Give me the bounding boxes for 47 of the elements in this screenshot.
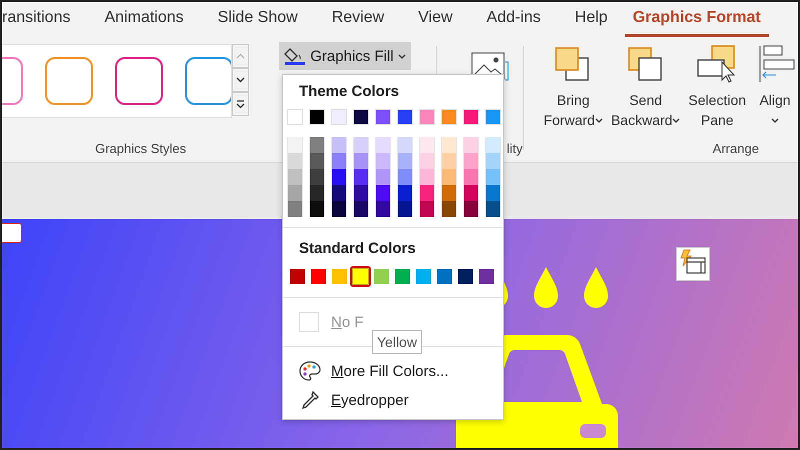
selected-shape[interactable] — [2, 223, 22, 243]
menu-heading: Theme Colors — [298, 82, 400, 102]
color-swatch[interactable] — [392, 266, 413, 287]
color-swatch[interactable] — [413, 266, 434, 287]
palette-icon — [299, 361, 321, 381]
caret-icon — [672, 118, 680, 123]
color-swatch[interactable] — [329, 266, 350, 287]
tooltip: Yellow — [372, 330, 422, 354]
design-ideas-icon[interactable] — [676, 247, 710, 281]
group-label: lity — [506, 141, 523, 156]
color-swatch[interactable] — [308, 266, 329, 287]
scroll-down-button[interactable] — [232, 68, 249, 92]
ribbon-tab[interactable]: Graphics Format — [624, 6, 769, 36]
selection-pane-button[interactable]: Selection Pane — [686, 44, 748, 130]
group-label: Arrange — [712, 141, 759, 156]
shape-style-swatch[interactable] — [115, 57, 163, 105]
ribbon-tab[interactable]: Add-ins — [470, 6, 558, 36]
bring-forward-button[interactable]: Bring Forward — [542, 44, 605, 130]
more-button[interactable] — [232, 92, 249, 116]
shape-style-swatch[interactable] — [45, 57, 93, 105]
color-swatch[interactable] — [287, 266, 308, 287]
ribbon-tab[interactable]: Review — [314, 6, 402, 36]
ribbon-tab[interactable]: View — [401, 6, 470, 36]
color-swatch[interactable] — [350, 266, 371, 287]
color-swatch[interactable] — [371, 266, 392, 287]
color-swatch[interactable] — [434, 266, 455, 287]
expand-gallery-icon — [236, 100, 245, 108]
caret-icon — [398, 54, 406, 58]
caret-icon — [771, 118, 780, 123]
chevron-up-icon — [236, 53, 245, 59]
menu-heading: Standard Colors — [298, 239, 417, 259]
ribbon-tab[interactable]: Animations — [87, 6, 201, 36]
send-backward-button[interactable]: Send Backward — [608, 44, 682, 130]
ribbon-tab[interactable]: Help — [558, 6, 625, 36]
more-fill-colors-item[interactable]: More Fill Colors... — [283, 357, 503, 385]
ribbon-tab[interactable]: ransitions — [2, 6, 88, 36]
paint-bucket-icon — [284, 46, 306, 66]
eyedropper-item[interactable]: Eyedropper — [283, 385, 503, 415]
caret-icon — [594, 118, 603, 123]
chevron-down-icon — [236, 77, 245, 83]
group-label: Graphics Styles — [95, 141, 186, 156]
ribbon-tab[interactable]: Slide Show — [200, 6, 315, 36]
graphics-fill-button[interactable]: Graphics Fill — [279, 42, 411, 70]
eyedropper-icon — [299, 389, 321, 411]
color-swatch[interactable] — [476, 266, 497, 287]
align-button[interactable]: Align — [752, 44, 798, 130]
color-swatch[interactable] — [455, 266, 476, 287]
